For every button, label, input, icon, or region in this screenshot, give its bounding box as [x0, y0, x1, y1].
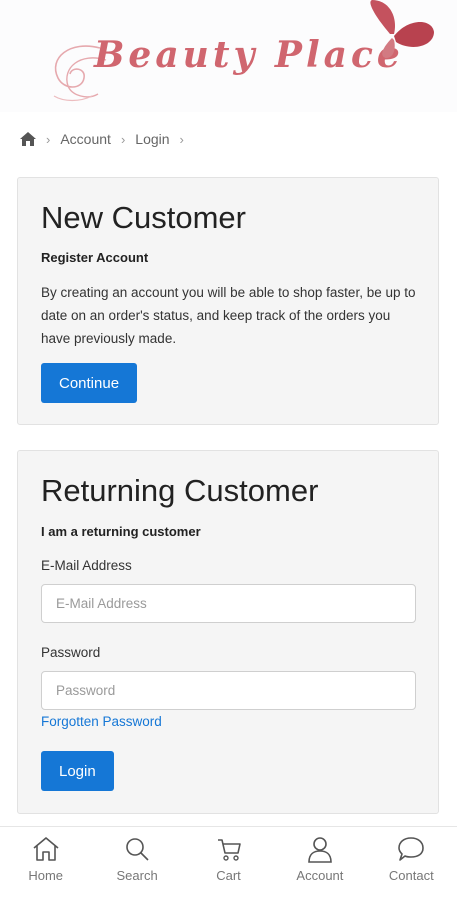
chevron-right-icon: › [46, 131, 51, 147]
tab-search[interactable]: Search [91, 827, 182, 901]
home-icon[interactable] [20, 132, 36, 146]
search-icon [126, 838, 149, 861]
login-button[interactable]: Login [41, 751, 114, 791]
breadcrumb-item-login[interactable]: Login [135, 131, 169, 147]
tab-home[interactable]: Home [0, 827, 91, 901]
new-customer-title: New Customer [41, 200, 246, 235]
user-icon [308, 837, 332, 863]
returning-customer-card: Returning Customer I am a returning cust… [17, 450, 439, 814]
register-description: By creating an account you will be able … [41, 285, 416, 346]
breadcrumb-item-account[interactable]: Account [60, 131, 111, 147]
password-label: Password [41, 645, 101, 660]
home-icon [33, 837, 59, 861]
email-input[interactable] [41, 584, 416, 623]
butterfly-icon [370, 0, 434, 58]
tab-cart[interactable]: Cart [183, 827, 274, 901]
new-customer-card: New Customer Register Account By creatin… [17, 177, 439, 425]
breadcrumb: › Account › Login › [20, 131, 194, 147]
tab-account[interactable]: Account [274, 827, 365, 901]
bottom-tab-bar: Home Search Cart Account Contact [0, 826, 457, 901]
tab-label-contact: Contact [388, 868, 434, 883]
cart-icon [217, 839, 241, 861]
chat-icon [398, 837, 425, 861]
tab-contact[interactable]: Contact [366, 827, 457, 901]
chevron-right-icon: › [120, 131, 126, 147]
header: Beauty Place [0, 0, 457, 112]
password-input[interactable] [41, 671, 416, 710]
register-account-subtitle: Register Account [41, 250, 149, 265]
returning-customer-subtitle: I am a returning customer [41, 524, 201, 539]
forgotten-password-link[interactable]: Forgotten Password [41, 714, 162, 729]
brand-logo-text: Beauty Place [94, 34, 404, 76]
tab-label-search: Search [116, 868, 158, 883]
tab-label-account: Account [296, 868, 344, 883]
chevron-right-icon: › [179, 131, 184, 147]
tab-label-cart: Cart [216, 868, 241, 883]
continue-button[interactable]: Continue [41, 363, 138, 403]
tab-label-home: Home [28, 868, 64, 883]
returning-customer-title: Returning Customer [41, 473, 319, 508]
email-label: E-Mail Address [41, 558, 132, 573]
